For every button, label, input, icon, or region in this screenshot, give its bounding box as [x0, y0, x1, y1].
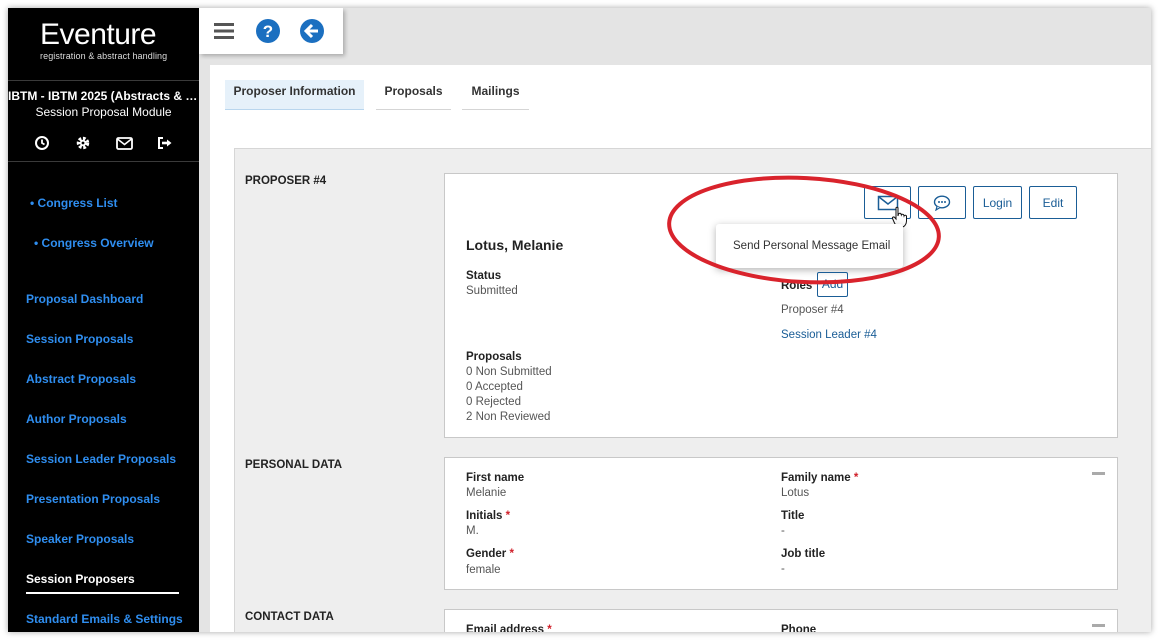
back-icon[interactable] [299, 18, 325, 44]
initials-value: M. [466, 525, 479, 537]
gender-value: female [466, 564, 501, 576]
sidebar-icon-bar [32, 134, 176, 152]
main-panel: Proposer Information Proposals Mailings … [210, 65, 1151, 632]
message-button[interactable] [918, 186, 966, 219]
family-name-label: Family name * [781, 472, 859, 484]
required-marker: * [853, 472, 859, 484]
gender-label: Gender * [466, 548, 514, 560]
proposals-rejected: 0 Rejected [466, 396, 521, 408]
collapse-icon[interactable] [1092, 624, 1105, 627]
collapse-icon[interactable] [1092, 472, 1105, 475]
section-label-proposer: PROPOSER #4 [245, 175, 327, 187]
sidebar-item-speaker-proposals[interactable]: Speaker Proposals [26, 532, 134, 546]
job-title-value: - [781, 563, 785, 575]
menu-icon[interactable] [211, 18, 237, 44]
roles-label: Roles [781, 280, 813, 292]
add-role-button[interactable]: Add [817, 272, 848, 297]
active-item-underline [26, 592, 179, 594]
required-marker: * [509, 548, 514, 560]
tab-proposals[interactable]: Proposals [376, 80, 451, 110]
section-label-personal-data: PERSONAL DATA [245, 459, 343, 471]
first-name-value: Melanie [466, 487, 507, 499]
required-marker: * [547, 624, 552, 632]
gear-icon[interactable] [73, 134, 94, 152]
sidebar-divider [8, 161, 199, 162]
proposals-label: Proposals [466, 351, 522, 363]
role-proposer: Proposer #4 [781, 304, 844, 316]
clock-icon[interactable] [32, 134, 53, 152]
status-value: Submitted [466, 285, 518, 297]
sidebar-item-congress-list[interactable]: • Congress List [30, 196, 118, 210]
sidebar-item-author-proposals[interactable]: Author Proposals [26, 412, 127, 426]
contact-data-card: Email address * Phone [444, 609, 1118, 632]
proposer-name: Lotus, Melanie [466, 237, 564, 253]
required-marker: * [505, 510, 511, 522]
svg-text:?: ? [263, 22, 273, 41]
sidebar-item-abstract-proposals[interactable]: Abstract Proposals [26, 372, 136, 386]
sidebar-item-standard-emails-settings[interactable]: Standard Emails & Settings [26, 612, 183, 626]
sidebar-divider [8, 80, 199, 81]
congress-title: IBTM - IBTM 2025 (Abstracts & Par... [8, 89, 199, 103]
first-name-label: First name [466, 472, 525, 484]
mail-icon[interactable] [114, 134, 135, 152]
module-title: Session Proposal Module [35, 105, 172, 119]
sidebar-item-session-proposers[interactable]: Session Proposers [26, 572, 135, 586]
family-name-value: Lotus [781, 487, 810, 499]
edit-button[interactable]: Edit [1029, 186, 1077, 219]
section-label-contact-data: CONTACT DATA [245, 611, 334, 623]
app-logo-subtitle: registration & abstract handling [40, 51, 168, 61]
help-icon[interactable]: ? [255, 18, 281, 44]
chat-bubble-icon [933, 194, 951, 211]
sidebar-item-presentation-proposals[interactable]: Presentation Proposals [26, 492, 160, 506]
login-button[interactable]: Login [973, 186, 1022, 219]
job-title-label: Job title [781, 548, 826, 560]
proposals-accepted: 0 Accepted [466, 381, 523, 393]
proposals-non-reviewed: 2 Non Reviewed [466, 411, 551, 423]
app-logo: Eventure [40, 18, 157, 51]
sidebar-item-congress-overview[interactable]: • Congress Overview [34, 236, 154, 250]
phone-label: Phone [781, 624, 817, 632]
top-toolbar: ? [199, 8, 343, 54]
app-window: Eventure registration & abstract handlin… [8, 8, 1151, 632]
proposals-non-submitted: 0 Non Submitted [466, 366, 552, 378]
personal-data-card: First name Melanie Family name * Lotus I… [444, 457, 1118, 590]
title-value: - [781, 525, 785, 537]
sidebar-item-session-proposals[interactable]: Session Proposals [26, 332, 133, 346]
content-area: PROPOSER #4 Login Edit Send Personal Mes… [234, 148, 1151, 632]
sidebar-item-session-leader-proposals[interactable]: Session Leader Proposals [26, 452, 176, 466]
proposer-card: Login Edit Send Personal Message Email L… [444, 173, 1118, 438]
title-label: Title [781, 510, 805, 522]
role-session-leader-link[interactable]: Session Leader #4 [781, 329, 877, 341]
initials-label: Initials * [466, 510, 511, 522]
sidebar-item-proposal-dashboard[interactable]: Proposal Dashboard [26, 292, 143, 306]
status-label: Status [466, 270, 502, 282]
send-email-tooltip: Send Personal Message Email [716, 224, 903, 268]
logout-icon[interactable] [155, 134, 176, 152]
tab-proposer-information[interactable]: Proposer Information [225, 80, 364, 110]
sidebar: Eventure registration & abstract handlin… [8, 8, 199, 632]
tab-mailings[interactable]: Mailings [462, 80, 529, 110]
email-label: Email address * [466, 624, 552, 632]
